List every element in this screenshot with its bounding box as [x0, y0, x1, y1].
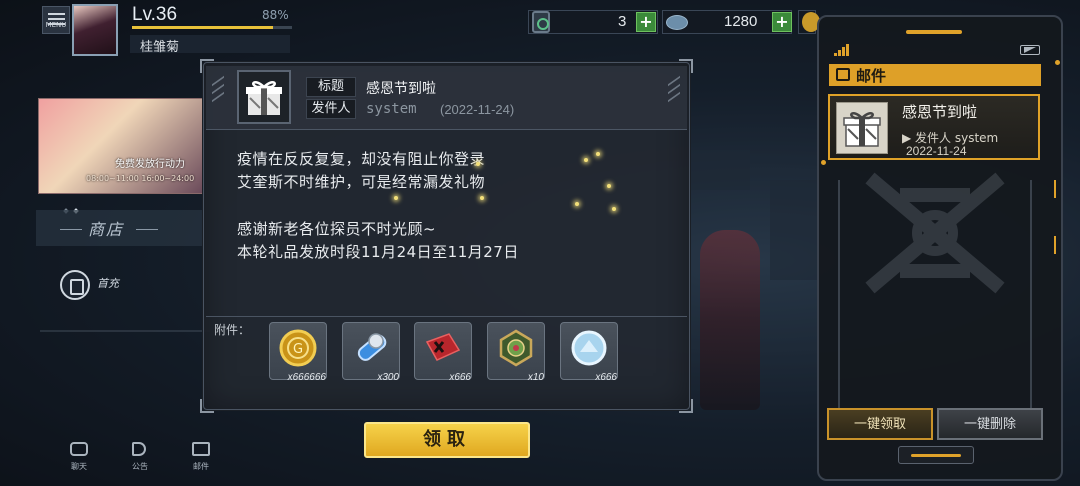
attachment-qty: x10: [527, 372, 544, 383]
header-chevron-decor: [668, 75, 680, 108]
gift-icon: [246, 81, 282, 115]
red-ticket-icon: [425, 333, 461, 361]
title-label: 标题: [306, 77, 356, 97]
header-chevron-decor: [212, 75, 224, 108]
player-name: 桂雏菊: [140, 40, 180, 55]
menu-button[interactable]: [42, 6, 70, 34]
shop-divider: [60, 229, 82, 230]
mail-title: 感恩节到啦: [366, 81, 436, 97]
sparkle-effect: [575, 202, 579, 206]
panel-light: [1054, 180, 1056, 198]
mail-date: (2022-11-24): [440, 102, 515, 117]
panel-rail: [1030, 180, 1032, 410]
shop-label: 商店: [88, 220, 125, 239]
sparkle-effect: [480, 196, 484, 200]
mail-item-sender-text: 发件人 system: [915, 131, 999, 145]
attachments-label: 附件：: [214, 323, 251, 337]
mail-item-title: 感恩节到啦: [902, 103, 978, 121]
dialog-corner: [679, 399, 693, 413]
attachment-qty: x666: [595, 372, 617, 383]
mail-body-line: 感谢新老各位探员不时光顾~: [237, 220, 437, 238]
signal-icon: [834, 44, 850, 56]
banner-time: 08:00~11:00 16:00~24:00: [86, 174, 195, 183]
claim-button[interactable]: 领取: [364, 422, 530, 458]
mail-icon[interactable]: [192, 442, 210, 456]
panel-rail: [838, 180, 840, 410]
menu-label: MENU: [45, 21, 67, 29]
mail-header-icon: [836, 68, 850, 81]
ticket-count: 3: [618, 13, 627, 30]
svg-text:G: G: [293, 342, 303, 357]
add-crystal-button[interactable]: +: [772, 12, 792, 32]
banner-pager: [63, 198, 94, 214]
recharge-label: 首充: [97, 277, 119, 290]
mail-body-line: 疫情在反反复复，却没有阻止你登录: [237, 150, 486, 168]
crystal-disc-icon: [571, 330, 607, 366]
attachment-qty: x300: [377, 372, 399, 383]
sender-label: 发件人: [306, 99, 356, 119]
agency-emblem-watermark: [865, 172, 1005, 294]
mail-item-date: 2022-11-24: [906, 144, 967, 158]
shop-divider: [136, 229, 158, 230]
panel-light: [821, 160, 826, 165]
sparkle-effect: [607, 184, 611, 188]
delete-all-button[interactable]: 一键删除: [937, 408, 1043, 440]
claim-all-button[interactable]: 一键领取: [827, 408, 933, 440]
banner-text: 免费发放行动力: [115, 159, 185, 170]
sparkle-effect: [476, 162, 480, 166]
player-level: Lv.36: [132, 4, 178, 25]
panel-light: [1055, 60, 1060, 65]
announcement-icon[interactable]: [132, 442, 146, 456]
exp-bar-fill: [132, 26, 273, 29]
mail-body-line: 艾奎斯不时维护，可是经常漏发礼物: [237, 173, 486, 191]
blue-capsule-icon: [357, 333, 387, 361]
announcement-label: 公告: [132, 462, 148, 471]
player-avatar[interactable]: [72, 4, 118, 56]
recharge-icon[interactable]: [60, 270, 90, 300]
mail-sender: system: [366, 101, 417, 117]
sparkle-effect: [584, 158, 588, 162]
attachment-qty: x666: [449, 372, 471, 383]
panel-light: [1054, 236, 1056, 254]
battery-icon: [1020, 45, 1040, 55]
sparkle-effect: [596, 152, 600, 156]
mail-list-title: 邮件: [856, 67, 887, 85]
chat-label: 聊天: [71, 462, 87, 471]
mail-body-line: 本轮礼品发放时段11月24日至11月27日: [237, 243, 519, 261]
gold-coin-icon: G: [279, 329, 317, 367]
sparkle-effect: [612, 207, 616, 211]
cloud-crystal-icon: [666, 15, 688, 30]
panel-top-indicator: [906, 30, 962, 34]
dialog-corner: [200, 399, 214, 413]
exp-percent: 88%: [262, 8, 289, 22]
exp-bar: [132, 26, 292, 29]
panel-bottom-handle: [898, 446, 974, 464]
mail-label: 邮件: [193, 462, 209, 471]
gift-icon: [843, 112, 881, 147]
sparkle-effect: [394, 196, 398, 200]
add-ticket-button[interactable]: +: [636, 12, 656, 32]
green-medal-icon: [499, 329, 533, 367]
ticket-icon: [532, 11, 550, 33]
attachment-qty: x666666: [287, 372, 326, 383]
chat-icon[interactable]: [70, 442, 88, 456]
crystal-count: 1280: [724, 13, 758, 30]
attachments-divider: [206, 316, 687, 317]
